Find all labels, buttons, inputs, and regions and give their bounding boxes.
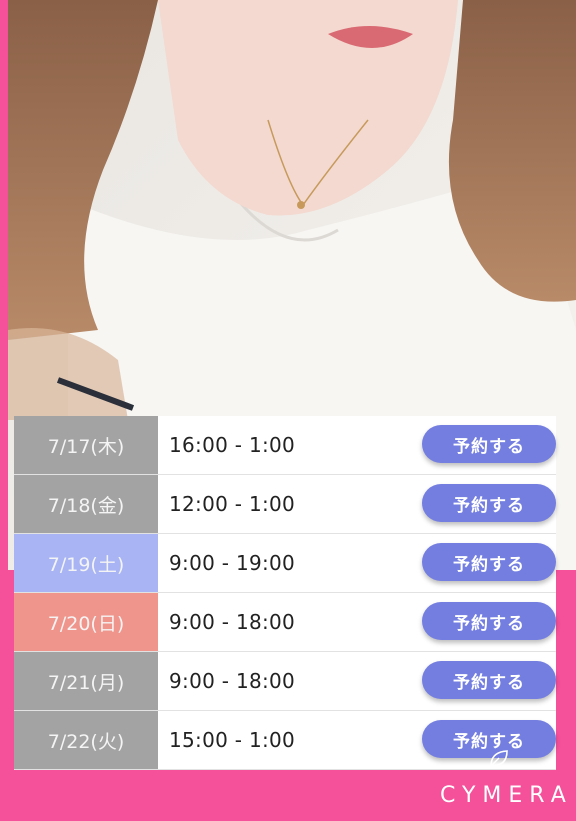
schedule-row: 7/17(木) 16:00 - 1:00 予約する bbox=[14, 416, 556, 475]
cymera-leaf-icon bbox=[490, 750, 508, 767]
schedule-date: 7/22(火) bbox=[14, 711, 158, 769]
reserve-button[interactable]: 予約する bbox=[422, 543, 556, 581]
reserve-button[interactable]: 予約する bbox=[422, 661, 556, 699]
schedule-date: 7/17(木) bbox=[14, 416, 158, 474]
schedule-date: 7/21(月) bbox=[14, 652, 158, 710]
schedule-date: 7/20(日) bbox=[14, 593, 158, 651]
schedule-date: 7/18(金) bbox=[14, 475, 158, 533]
reserve-button[interactable]: 予約する bbox=[422, 484, 556, 522]
reserve-button[interactable]: 予約する bbox=[422, 602, 556, 640]
watermark-text: CYMERA bbox=[440, 783, 573, 808]
schedule-row: 7/21(月) 9:00 - 18:00 予約する bbox=[14, 652, 556, 711]
reserve-button[interactable]: 予約する bbox=[422, 425, 556, 463]
schedule-row: 7/20(日) 9:00 - 18:00 予約する bbox=[14, 593, 556, 652]
schedule-row: 7/19(土) 9:00 - 19:00 予約する bbox=[14, 534, 556, 593]
cymera-watermark: CYMERA bbox=[440, 748, 573, 808]
schedule-row: 7/18(金) 12:00 - 1:00 予約する bbox=[14, 475, 556, 534]
schedule-table: 7/17(木) 16:00 - 1:00 予約する 7/18(金) 12:00 - 1:… bbox=[14, 416, 556, 770]
schedule-date: 7/19(土) bbox=[14, 534, 158, 592]
